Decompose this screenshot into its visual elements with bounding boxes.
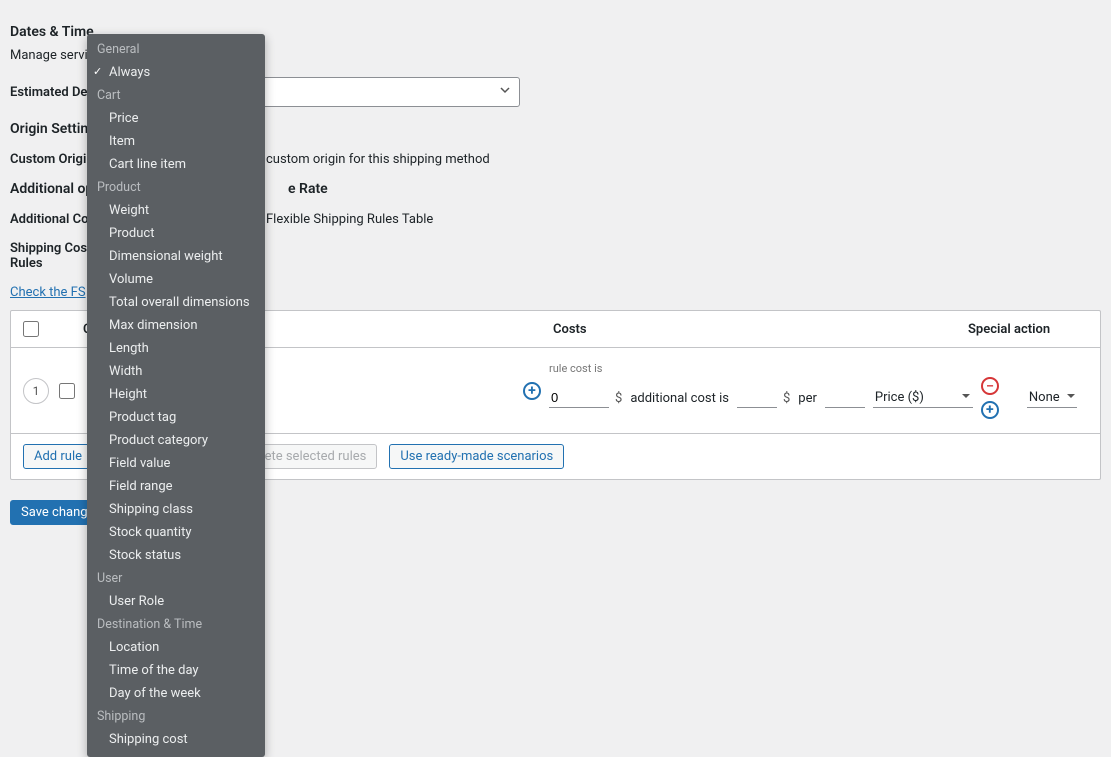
- caret-down-icon: [1066, 390, 1076, 405]
- dropdown-item[interactable]: Field value: [87, 452, 265, 475]
- custom-origin-text: custom origin for this shipping method: [266, 152, 490, 167]
- dropdown-item[interactable]: Height: [87, 383, 265, 406]
- caret-down-icon: [961, 390, 971, 405]
- dropdown-item[interactable]: Location: [87, 636, 265, 659]
- per-value-input[interactable]: [825, 388, 865, 408]
- dropdown-item[interactable]: Dimensional weight: [87, 245, 265, 268]
- dropdown-item[interactable]: Item: [87, 130, 265, 153]
- dropdown-item[interactable]: Product: [87, 222, 265, 245]
- dropdown-item[interactable]: Product tag: [87, 406, 265, 429]
- special-action-header: Special action: [968, 322, 1088, 337]
- dropdown-item[interactable]: Stock quantity: [87, 521, 265, 544]
- condition-dropdown[interactable]: General✓AlwaysCartPriceItemCart line ite…: [87, 34, 265, 757]
- dropdown-item[interactable]: Field range: [87, 475, 265, 498]
- dropdown-item[interactable]: Stock status: [87, 544, 265, 567]
- dropdown-group-label: General: [87, 38, 265, 61]
- select-all-checkbox[interactable]: [23, 321, 39, 337]
- row-checkbox[interactable]: [59, 383, 75, 399]
- add-cost-icon[interactable]: +: [981, 401, 999, 419]
- dropdown-item[interactable]: Total overall dimensions: [87, 291, 265, 314]
- row-number-badge: 1: [23, 378, 49, 404]
- estimated-delivery-select[interactable]: [240, 77, 520, 107]
- dropdown-item[interactable]: Volume: [87, 268, 265, 291]
- checkmark-icon: ✓: [93, 65, 102, 78]
- dropdown-item[interactable]: Price: [87, 107, 265, 130]
- remove-cost-icon[interactable]: –: [981, 377, 999, 395]
- dropdown-item[interactable]: Cart line item: [87, 153, 265, 176]
- dropdown-item[interactable]: Shipping cost: [87, 728, 265, 751]
- use-ready-scenarios-button[interactable]: Use ready-made scenarios: [389, 444, 564, 469]
- add-rule-button[interactable]: Add rule: [23, 444, 93, 469]
- dropdown-group-label: Product: [87, 176, 265, 199]
- check-fs-link[interactable]: Check the FS: [10, 285, 86, 300]
- dropdown-item[interactable]: Time of the day: [87, 659, 265, 682]
- dropdown-item[interactable]: Shipping class: [87, 498, 265, 521]
- additional-cost-label: additional cost is: [630, 391, 729, 406]
- dropdown-item[interactable]: Weight: [87, 199, 265, 222]
- special-action-select[interactable]: None: [1027, 388, 1077, 408]
- dropdown-group-label: Shipping: [87, 705, 265, 728]
- dropdown-item[interactable]: Max dimension: [87, 314, 265, 337]
- currency-symbol-2: $: [783, 391, 790, 406]
- per-unit-select[interactable]: Price ($): [873, 388, 973, 408]
- additional-cost-input[interactable]: [737, 388, 777, 408]
- dropdown-group-label: Cart: [87, 84, 265, 107]
- dropdown-item[interactable]: Product category: [87, 429, 265, 452]
- rule-cost-label: rule cost is: [549, 362, 1077, 375]
- dropdown-item[interactable]: User Role: [87, 590, 265, 613]
- dropdown-group-label: User: [87, 567, 265, 590]
- costs-header: Costs: [553, 322, 968, 337]
- dropdown-item[interactable]: Width: [87, 360, 265, 383]
- per-label: per: [798, 391, 817, 406]
- dropdown-item[interactable]: ✓Always: [87, 61, 265, 84]
- dropdown-item[interactable]: Length: [87, 337, 265, 360]
- additional-conditions-text: Flexible Shipping Rules Table: [266, 212, 433, 227]
- chevron-down-icon: [499, 84, 511, 100]
- add-condition-icon[interactable]: +: [523, 382, 541, 400]
- dropdown-group-label: Destination & Time: [87, 613, 265, 636]
- rule-cost-input[interactable]: [549, 388, 609, 408]
- dropdown-item[interactable]: Day of the week: [87, 682, 265, 705]
- currency-symbol: $: [615, 391, 622, 406]
